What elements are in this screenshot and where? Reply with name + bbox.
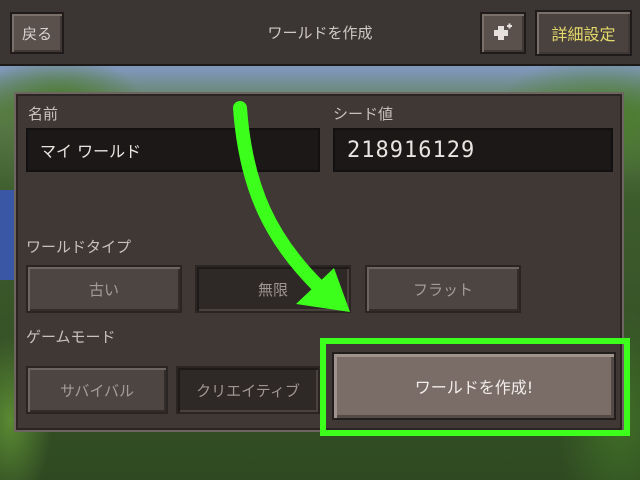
world-type-old-button[interactable]: 古い — [26, 265, 182, 313]
puzzle-plus-icon — [494, 23, 512, 40]
game-mode-survival-button[interactable]: サバイバル — [26, 366, 168, 414]
advanced-settings-button[interactable]: 詳細設定 — [535, 10, 632, 56]
seed-input[interactable]: 218916129 — [333, 128, 613, 172]
game-mode-label: ゲームモード — [26, 328, 116, 346]
name-label: 名前 — [28, 105, 59, 123]
add-pack-button[interactable] — [480, 12, 526, 54]
seed-label: シード値 — [333, 105, 394, 123]
back-button[interactable]: 戻る — [10, 12, 64, 54]
world-name-input[interactable]: マイ ワールド — [26, 128, 320, 172]
top-bar: 戻る ワールドを作成 詳細設定 — [0, 0, 640, 66]
create-world-button[interactable]: ワールドを作成! — [332, 352, 616, 420]
world-type-infinite-button[interactable]: 無限 — [195, 265, 351, 313]
world-type-flat-button[interactable]: フラット — [365, 265, 521, 313]
game-mode-creative-button[interactable]: クリエイティブ — [176, 366, 320, 414]
world-type-label: ワールドタイプ — [26, 238, 132, 256]
page-title: ワールドを作成 — [267, 23, 373, 42]
